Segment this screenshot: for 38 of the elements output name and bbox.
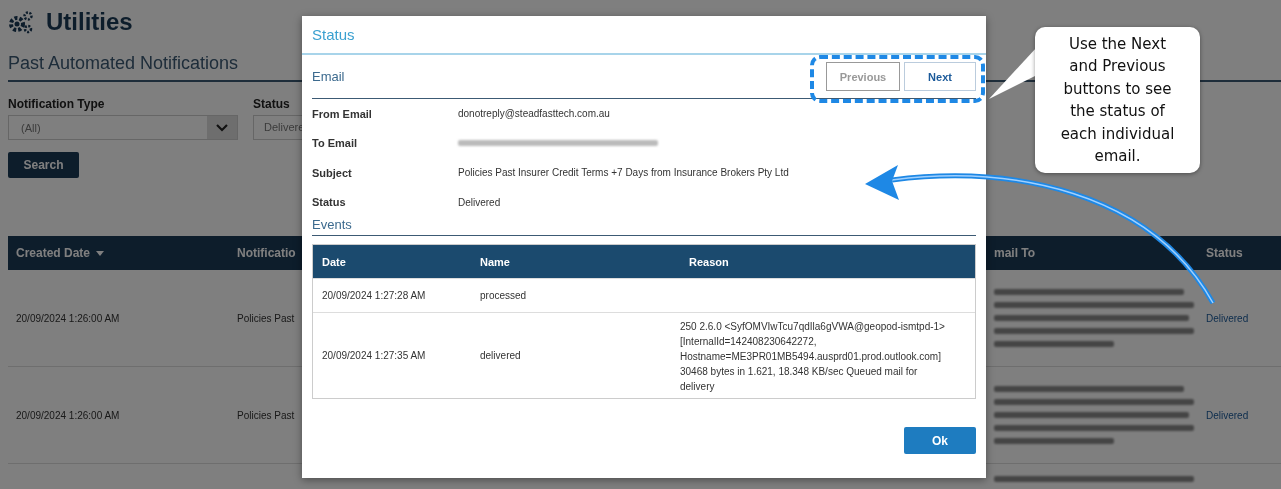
table-cell: Policies Past xyxy=(237,409,295,421)
table-cell-text: processed xyxy=(479,290,528,301)
section-title: Events xyxy=(312,217,976,236)
table-cell-text: delivered xyxy=(479,350,522,361)
column-header[interactable]: Notificatio xyxy=(237,246,296,260)
status-link[interactable]: Delivered xyxy=(1206,409,1249,421)
field-label: Status xyxy=(312,196,347,209)
gears-icon xyxy=(8,10,34,34)
dialog-title: Status xyxy=(312,26,355,43)
table-cell-text: 20/09/2024 1:27:28 AM xyxy=(321,290,427,301)
column-header[interactable]: Status xyxy=(1206,246,1243,260)
field-label: To Email xyxy=(312,137,359,150)
filter-label: Notification Type xyxy=(8,97,106,111)
table-cell-text: 250 2.6.0 <SyfOMVIwTcu7qdIla6gVWA@geopod-ismtpd-1> [InternalId=142408230642272, Hostname=ME3PR01MB5494.ausprd01.prod.outlook.com] 30468 bytes in 1.621, 18.348 KB/sec Queued mail for delivery xyxy=(680,320,946,394)
column-header: Name xyxy=(479,255,511,268)
table-cell: Policies Past xyxy=(237,312,295,324)
status-link[interactable]: Delivered xyxy=(1206,312,1249,324)
section-title: Email xyxy=(312,69,345,84)
search-button[interactable]: Search xyxy=(8,152,79,178)
field-value: Delivered xyxy=(458,196,501,208)
page-title: Utilities xyxy=(46,8,133,36)
sort-caret-icon[interactable] xyxy=(96,250,105,256)
table-cell: 20/09/2024 1:26:00 AM xyxy=(16,409,120,421)
table-cell-text: 20/09/2024 1:27:35 AM xyxy=(321,350,427,361)
column-header[interactable]: mail To xyxy=(994,246,1036,260)
ok-button[interactable]: Ok xyxy=(904,427,976,454)
field-label: From Email xyxy=(312,107,373,120)
notification-type-dropdown[interactable]: (All) xyxy=(8,115,238,140)
chevron-down-icon xyxy=(216,123,228,132)
field-value: Policies Past Insurer Credit Terms +7 Days from Insurance Brokers Pty Ltd xyxy=(458,167,789,179)
column-header[interactable]: Created Date xyxy=(16,246,105,260)
field-value: donotreply@steadfasttech.com.au xyxy=(458,108,610,120)
column-header: Reason xyxy=(688,255,730,268)
table-cell: 20/09/2024 1:26:00 AM xyxy=(16,312,120,324)
filter-label: Status xyxy=(253,97,291,111)
pager-button[interactable]: Next xyxy=(904,62,976,91)
field-label: Subject xyxy=(312,166,353,179)
column-header: Date xyxy=(321,255,347,268)
